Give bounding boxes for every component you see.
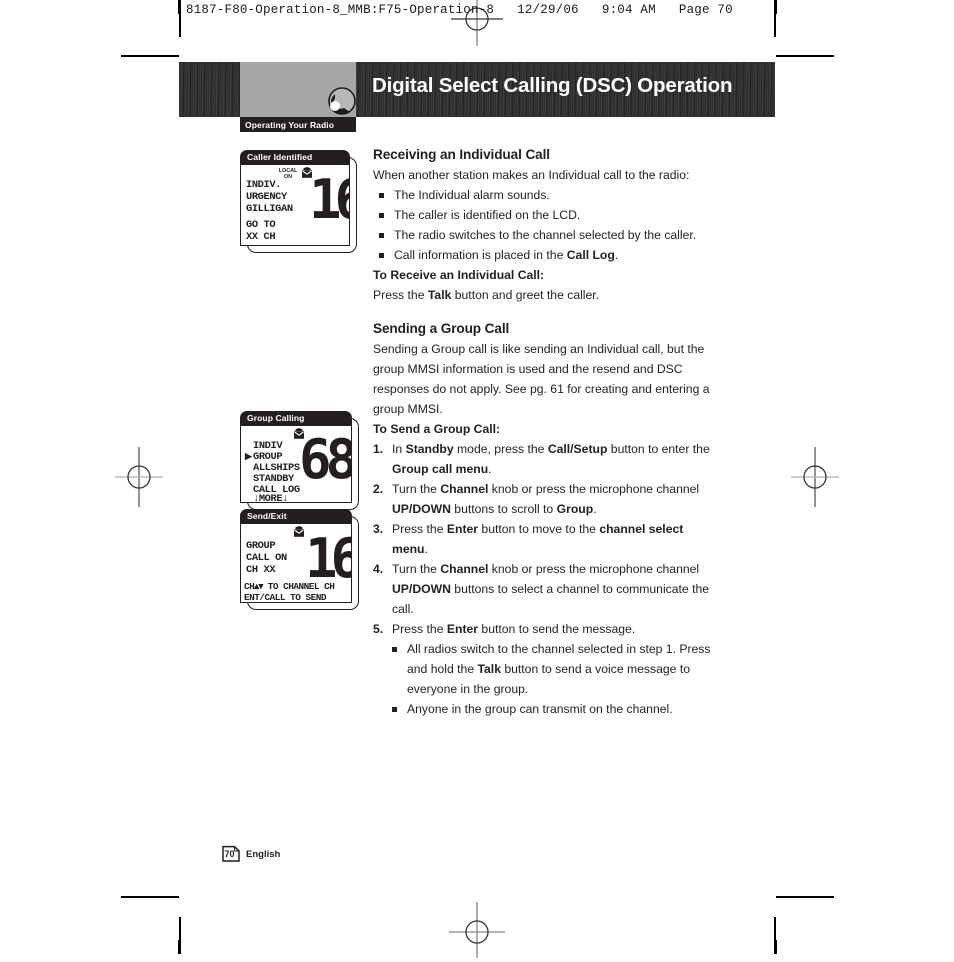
list-item: 4. Turn the Channel knob or press the mic…	[373, 559, 721, 619]
step-number: 3.	[373, 522, 384, 536]
figure-1-line-2: URGENCY	[246, 191, 287, 203]
list-item: The caller is identified on the LCD.	[373, 205, 721, 225]
figure-3-line-1: GROUP	[246, 540, 276, 552]
emphasis-call-setup: Call/Setup	[547, 442, 608, 456]
figure-1-caption: Caller Identified	[240, 150, 350, 164]
figure-send-exit: Send/Exit GROUP CALL ON CH XX CH▴▾ TO CH…	[240, 509, 359, 610]
figure-group-calling: Group Calling INDIV ▶ GROUP ALLSHIPS STA…	[240, 411, 359, 510]
sending-steps-list: 1. In Standby mode, press the Call/Setup …	[373, 439, 721, 639]
emphasis-talk: Talk	[427, 288, 452, 302]
emphasis-talk: Talk	[477, 662, 501, 676]
figure-2-lcd-screen: INDIV ▶ GROUP ALLSHIPS STANDBY CALL LOG …	[240, 425, 352, 503]
figure-3-channel-number: 16	[305, 527, 352, 590]
step-number: 5.	[373, 622, 384, 636]
subheading-to-send: To Send a Group Call:	[373, 422, 501, 436]
crop-mark-top-right-horizontal	[776, 55, 834, 57]
step-number: 2.	[373, 482, 384, 496]
main-content: Receiving an Individual Call When anothe…	[373, 145, 721, 719]
list-item: The radio switches to the channel select…	[373, 225, 721, 245]
radio-knob-icon	[328, 87, 356, 115]
section-heading-sending: Sending a Group Call	[373, 321, 510, 336]
figure-1-line-4: GO TO	[246, 219, 276, 231]
figure-2-more-indicator: ↓MORE↓	[253, 493, 289, 503]
receiving-bullet-list: The Individual alarm sounds. The caller …	[373, 185, 721, 265]
emphasis-channel: Channel	[440, 482, 489, 496]
figure-3-line-2: CALL ON	[246, 552, 287, 564]
figure-1-line-5: XX CH	[246, 231, 276, 243]
list-item: Call information is placed in the Call L…	[373, 245, 721, 265]
figure-1-caption-label: Caller Identified	[247, 152, 313, 162]
figure-3-caption-label: Send/Exit	[247, 511, 287, 521]
emphasis-enter: Enter	[446, 522, 479, 536]
step-number: 1.	[373, 442, 384, 456]
footer-page-number: 70	[224, 849, 235, 859]
emphasis-up-down: UP/DOWN	[392, 502, 451, 516]
figure-1-line-3: GILLIGAN	[246, 203, 293, 215]
crop-mark-bottom-right-vertical	[775, 940, 777, 954]
figure-2-caption-label: Group Calling	[247, 413, 305, 423]
crop-mark-bottom-right-horizontal	[776, 896, 834, 898]
emphasis-channel: Channel	[440, 562, 489, 576]
step-number: 4.	[373, 562, 384, 576]
crop-mark-top-left-horizontal	[121, 55, 179, 57]
figure-3-line-3: CH XX	[246, 564, 276, 576]
figure-2-channel-number: 68	[299, 428, 352, 491]
subheading-to-receive: To Receive an Individual Call:	[373, 268, 545, 282]
printer-slug-line: 8187-F80-Operation-8_MMB:F75-Operation-8…	[186, 3, 733, 17]
registration-mark-bottom-icon	[449, 902, 505, 958]
emphasis-group: Group	[556, 502, 594, 516]
list-item: 5. Press the Enter button to send the mes…	[373, 619, 721, 639]
emphasis-call-log: Call Log	[566, 248, 615, 262]
emphasis-channel-select-menu: channel select menu	[392, 522, 684, 556]
envelope-icon	[294, 526, 304, 537]
figure-1-channel-number: 16	[309, 168, 349, 231]
body-to-receive: Press the Talk button and greet the call…	[373, 288, 600, 302]
figure-caller-identified: Caller Identified LOCAL ON INDIV. URGENC…	[240, 150, 357, 253]
emphasis-group-call-menu: Group call menu	[392, 462, 489, 476]
emphasis-standby: Standby	[405, 442, 454, 456]
figure-3-caption: Send/Exit	[240, 509, 352, 523]
crop-mark-bottom-left-vertical	[178, 940, 180, 954]
figure-2-selection-cursor-icon: ▶	[245, 452, 252, 462]
crop-mark-bottom-left-horizontal	[121, 896, 179, 898]
list-item: 2. Turn the Channel knob or press the mic…	[373, 479, 721, 519]
list-item: The Individual alarm sounds.	[373, 185, 721, 205]
registration-mark-right-icon	[791, 447, 839, 507]
figure-1-line-1: INDIV.	[246, 179, 282, 191]
figure-3-lcd-screen: GROUP CALL ON CH XX CH▴▾ TO CHANNEL CH E…	[240, 523, 352, 603]
chapter-tab: Operating Your Radio	[240, 117, 356, 132]
footer-language-label: English	[246, 849, 281, 860]
emphasis-up-down: UP/DOWN	[392, 582, 451, 596]
chapter-tab-label: Operating Your Radio	[245, 119, 335, 130]
section-intro-sending: Sending a Group call is like sending an …	[373, 342, 710, 416]
list-item: 1. In Standby mode, press the Call/Setup …	[373, 439, 721, 479]
sending-trailing-bullet-list: All radios switch to the channel selecte…	[373, 639, 721, 719]
list-item: All radios switch to the channel selecte…	[373, 639, 721, 699]
list-item: Anyone in the group can transmit on the …	[373, 699, 721, 719]
crop-mark-top-left-vertical	[178, 0, 180, 14]
figure-3-footer-line-2: ENT/CALL TO SEND	[244, 592, 327, 603]
list-item: 3. Press the Enter button to move to the …	[373, 519, 721, 559]
crop-mark-top-right-vertical	[775, 0, 777, 14]
registration-mark-left-icon	[115, 447, 163, 507]
section-heading-receiving: Receiving an Individual Call	[373, 147, 550, 162]
section-intro-receiving: When another station makes an Individual…	[373, 168, 690, 182]
emphasis-enter: Enter	[446, 622, 479, 636]
figure-1-lcd-screen: LOCAL ON INDIV. URGENCY GILLIGAN GO TO X…	[240, 164, 350, 246]
page-title: Digital Select Calling (DSC) Operation	[372, 74, 733, 97]
figure-2-caption: Group Calling	[240, 411, 352, 425]
